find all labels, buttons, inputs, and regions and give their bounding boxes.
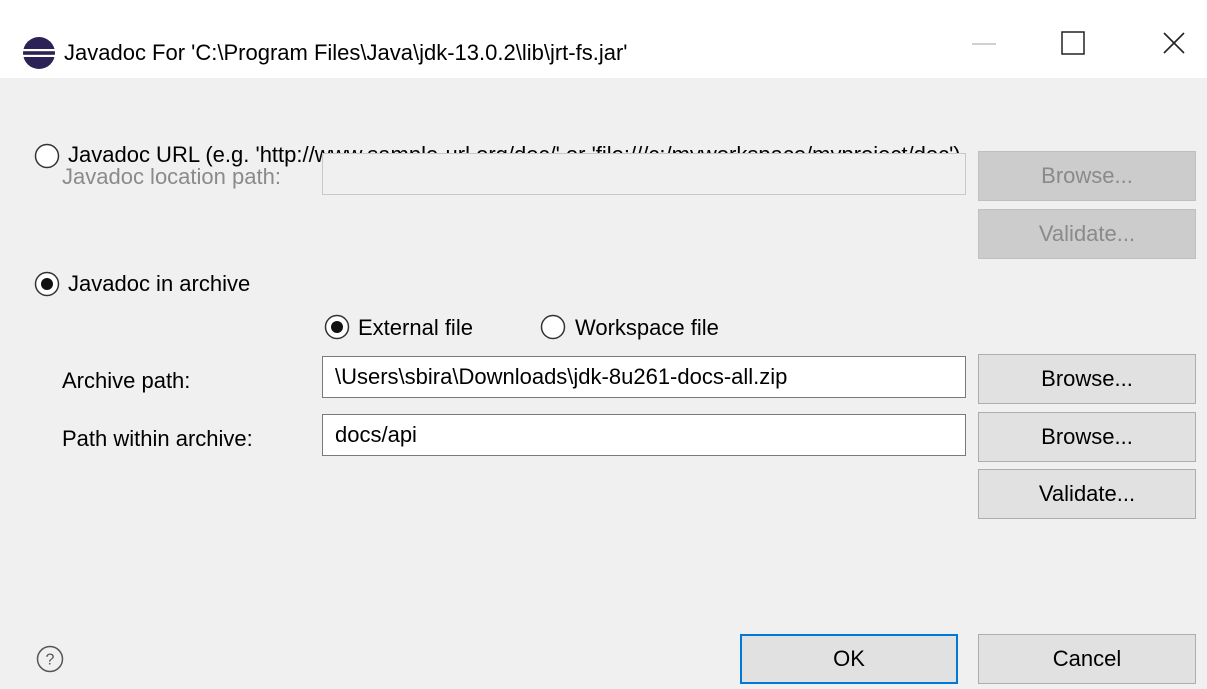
archive-path-label: Archive path: xyxy=(62,368,191,393)
path-within-archive-browse-button[interactable]: Browse... xyxy=(978,412,1196,462)
maximize-icon[interactable] xyxy=(1043,10,1103,78)
dialog-title: Javadoc For 'C:\Program Files\Java\jdk-1… xyxy=(64,40,628,65)
javadoc-location-label: Javadoc location path: xyxy=(62,164,281,189)
workspace-file-label[interactable]: Workspace file xyxy=(575,315,719,341)
path-within-archive-label: Path within archive: xyxy=(62,426,253,451)
eclipse-icon xyxy=(23,37,55,69)
archive-path-input[interactable]: \Users\sbira\Downloads\jdk-8u261-docs-al… xyxy=(322,356,966,398)
javadoc-url-validate-button[interactable]: Validate... xyxy=(978,209,1196,259)
title-bar[interactable]: Javadoc For 'C:\Program Files\Java\jdk-1… xyxy=(0,10,1207,78)
javadoc-location-input[interactable] xyxy=(322,153,966,195)
workspace-file-radio[interactable] xyxy=(540,314,566,340)
archive-path-browse-button[interactable]: Browse... xyxy=(978,354,1196,404)
external-file-label[interactable]: External file xyxy=(358,315,473,341)
external-file-radio[interactable] xyxy=(324,314,350,340)
path-within-archive-input[interactable]: docs/api xyxy=(322,414,966,456)
svg-text:?: ? xyxy=(46,652,55,669)
javadoc-archive-radio[interactable] xyxy=(34,271,60,297)
javadoc-url-radio[interactable] xyxy=(34,143,60,169)
help-icon[interactable]: ? xyxy=(36,645,64,673)
javadoc-archive-label[interactable]: Javadoc in archive xyxy=(68,271,250,297)
javadoc-url-browse-button[interactable]: Browse... xyxy=(978,151,1196,201)
minimize-icon[interactable] xyxy=(954,10,1014,78)
ok-button[interactable]: OK xyxy=(740,634,958,684)
cancel-button[interactable]: Cancel xyxy=(978,634,1196,684)
archive-validate-button[interactable]: Validate... xyxy=(978,469,1196,519)
close-icon[interactable] xyxy=(1144,10,1204,78)
